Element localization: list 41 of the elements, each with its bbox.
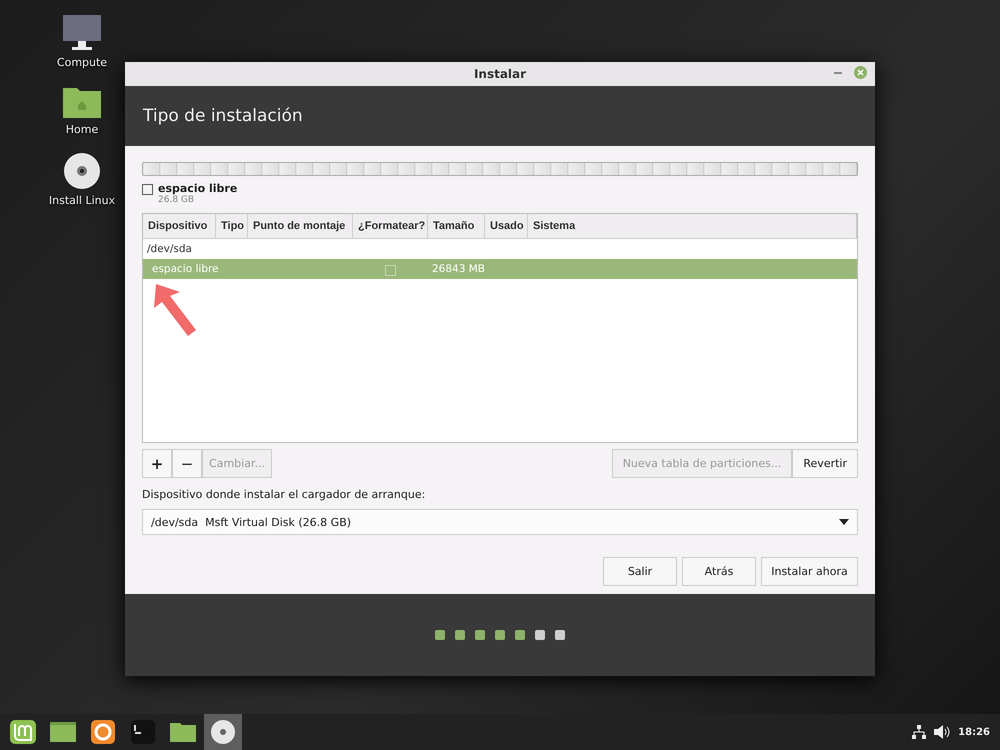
column-header[interactable]: Tipo (216, 214, 248, 238)
browser-icon[interactable] (90, 719, 116, 745)
terminal-icon[interactable] (130, 719, 156, 745)
window-icon[interactable] (49, 720, 77, 744)
column-header[interactable]: Punto de montaje (248, 214, 353, 238)
window-title: Instalar (474, 67, 526, 81)
column-header[interactable]: Sistema (528, 214, 857, 238)
bootloader-label: Dispositivo donde instalar el cargador de arranque: (142, 488, 426, 501)
add-button[interactable]: + (142, 449, 172, 478)
monitor-icon (62, 14, 102, 52)
format-checkbox[interactable] (385, 264, 396, 276)
column-header[interactable]: ¿Formatear? (353, 214, 428, 238)
leaf-logo-icon[interactable] (9, 719, 37, 745)
quit-button[interactable]: Salir (603, 557, 677, 586)
legend-label: espacio libre (158, 182, 238, 195)
disc-icon[interactable] (210, 719, 236, 745)
disc-icon (63, 152, 101, 190)
home-folder-icon (62, 85, 102, 119)
desktop-icon-label[interactable]: Compute (56, 56, 108, 69)
volume-icon[interactable] (934, 725, 950, 739)
dropdown-value: /dev/sda Msft Virtual Disk (26.8 GB) (151, 516, 352, 528)
network-icon[interactable] (912, 725, 926, 739)
column-header[interactable]: Tamaño (428, 214, 485, 238)
size-cell-text: 26843 MB (431, 262, 485, 277)
caret-icon (839, 519, 849, 525)
desktop-icon-label[interactable]: Install Linux (48, 194, 116, 207)
legend-size: 26.8 GB (158, 195, 196, 205)
column-header[interactable]: Dispositivo (143, 214, 216, 238)
page-heading: Tipo de instalación (143, 106, 303, 126)
clock[interactable]: 18:26 (958, 726, 990, 738)
column-header[interactable]: Usado (485, 214, 528, 238)
remove-button[interactable]: − (172, 449, 202, 478)
revert-button[interactable]: Revertir (792, 449, 858, 478)
desktop-icon-label[interactable]: Home (66, 123, 98, 136)
folder-icon[interactable] (169, 720, 197, 744)
minimize-icon[interactable] (834, 72, 842, 74)
device-cell-text: espacio libre (151, 262, 216, 277)
device-cell-text: /dev/sda (146, 242, 193, 257)
install-button[interactable]: Instalar ahora (761, 557, 858, 586)
bootloader-dropdown[interactable]: /dev/sda Msft Virtual Disk (26.8 GB) (142, 509, 858, 535)
back-button[interactable]: Atrás (682, 557, 756, 586)
